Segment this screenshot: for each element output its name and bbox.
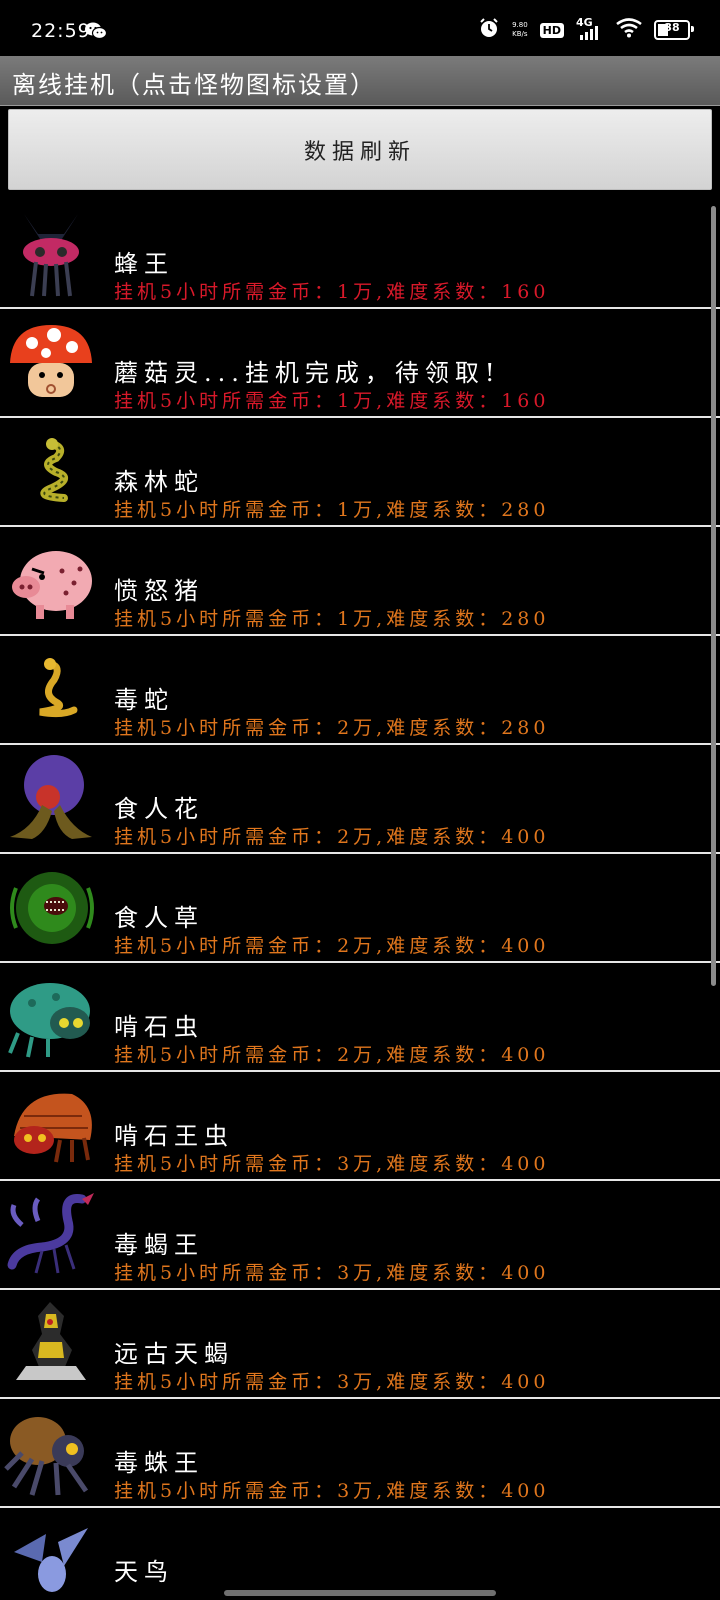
monster-row[interactable]: 森林蛇 挂机5小时所需金币：1万,难度系数：280 — [0, 418, 720, 527]
monster-row[interactable]: 食人花 挂机5小时所需金币：2万,难度系数：400 — [0, 745, 720, 854]
spider-king-icon[interactable] — [2, 1403, 100, 1501]
monster-row[interactable]: 啃石王虫 挂机5小时所需金币：3万,难度系数：400 — [0, 1072, 720, 1181]
monster-name: 啃石王虫 — [114, 1122, 234, 1150]
page-title: 离线挂机（点击怪物图标设置） — [12, 71, 376, 99]
monster-row[interactable]: 食人草 挂机5小时所需金币：2万,难度系数：400 — [0, 854, 720, 963]
monster-info: 挂机5小时所需金币：1万,难度系数：280 — [114, 608, 550, 630]
monster-row[interactable]: 远古天蝎 挂机5小时所需金币：3万,难度系数：400 — [0, 1290, 720, 1399]
forest-snake-icon[interactable] — [2, 422, 100, 520]
monster-row[interactable]: 蜂王 挂机5小时所需金币：1万,难度系数：160 — [0, 200, 720, 309]
monster-row[interactable]: 毒蛇 挂机5小时所需金币：2万,难度系数：280 — [0, 636, 720, 745]
monster-info: 挂机5小时所需金币：2万,难度系数：280 — [114, 717, 550, 739]
monster-name: 毒蛛王 — [114, 1449, 204, 1477]
monster-name: 天鸟 — [114, 1558, 174, 1586]
monster-name: 啃石虫 — [114, 1013, 204, 1041]
stone-bug-king-icon[interactable] — [2, 1076, 100, 1174]
monster-name: 食人草 — [114, 904, 204, 932]
maneater-grass-icon[interactable] — [2, 858, 100, 956]
chat-app-icon — [84, 21, 108, 45]
monster-name: 蘑菇灵...挂机完成，待领取! — [114, 359, 501, 387]
ancient-scorpion-icon[interactable] — [2, 1294, 100, 1392]
battery-icon: 38 — [654, 20, 694, 40]
monster-info: 挂机5小时所需金币：3万,难度系数：400 — [114, 1480, 550, 1502]
monster-name: 远古天蝎 — [114, 1340, 234, 1368]
home-indicator[interactable] — [224, 1590, 496, 1596]
list-scrollbar[interactable] — [711, 206, 716, 986]
monster-name: 毒蝎王 — [114, 1231, 204, 1259]
monster-info: 挂机5小时所需金币：1万,难度系数：160 — [114, 281, 550, 303]
bee-queen-icon[interactable] — [2, 204, 100, 302]
net-speed: 9.80 KB/s — [512, 21, 528, 38]
monster-info: 挂机5小时所需金币：3万,难度系数：400 — [114, 1153, 550, 1175]
stone-bug-icon[interactable] — [2, 967, 100, 1065]
wifi-icon — [616, 18, 642, 42]
monster-row[interactable]: 毒蝎王 挂机5小时所需金币：3万,难度系数：400 — [0, 1181, 720, 1290]
sky-bird-icon[interactable] — [2, 1512, 100, 1600]
monster-info: 挂机5小时所需金币：3万,难度系数：400 — [114, 1371, 550, 1393]
monster-name: 愤怒猪 — [114, 577, 204, 605]
mushroom-spirit-icon[interactable] — [2, 313, 100, 411]
viper-icon[interactable] — [2, 640, 100, 738]
hd-badge: HD — [539, 22, 564, 38]
monster-row[interactable]: 蘑菇灵...挂机完成，待领取! 挂机5小时所需金币：1万,难度系数：160 — [0, 309, 720, 418]
monster-row[interactable]: 愤怒猪 挂机5小时所需金币：1万,难度系数：280 — [0, 527, 720, 636]
monster-name: 毒蛇 — [114, 686, 174, 714]
monster-row[interactable]: 天鸟 — [0, 1508, 720, 1600]
monster-list[interactable]: 蜂王 挂机5小时所需金币：1万,难度系数：160 蘑菇灵...挂机完成，待领取!… — [0, 200, 720, 1600]
status-bar: 22:59 9.80 KB/s HD 4G 38 — [0, 0, 720, 56]
angry-pig-icon[interactable] — [2, 531, 100, 629]
alarm-icon — [478, 17, 500, 43]
monster-name: 蜂王 — [114, 250, 174, 278]
monster-info: 挂机5小时所需金币：1万,难度系数：160 — [114, 390, 550, 412]
monster-info: 挂机5小时所需金币：2万,难度系数：400 — [114, 1044, 550, 1066]
monster-name: 森林蛇 — [114, 468, 204, 496]
monster-name: 食人花 — [114, 795, 204, 823]
maneater-flower-icon[interactable] — [2, 749, 100, 847]
monster-info: 挂机5小时所需金币：1万,难度系数：280 — [114, 499, 550, 521]
monster-info: 挂机5小时所需金币：2万,难度系数：400 — [114, 826, 550, 848]
refresh-data-button[interactable]: 数据刷新 — [8, 109, 712, 190]
monster-row[interactable]: 啃石虫 挂机5小时所需金币：2万,难度系数：400 — [0, 963, 720, 1072]
status-time: 22:59 — [31, 20, 91, 42]
monster-row[interactable]: 毒蛛王 挂机5小时所需金币：3万,难度系数：400 — [0, 1399, 720, 1508]
cell-signal-icon: 4G — [576, 16, 604, 41]
monster-info: 挂机5小时所需金币：2万,难度系数：400 — [114, 935, 550, 957]
monster-info: 挂机5小时所需金币：3万,难度系数：400 — [114, 1262, 550, 1284]
title-bar: 离线挂机（点击怪物图标设置） — [0, 56, 720, 106]
scorpion-king-icon[interactable] — [2, 1185, 100, 1283]
